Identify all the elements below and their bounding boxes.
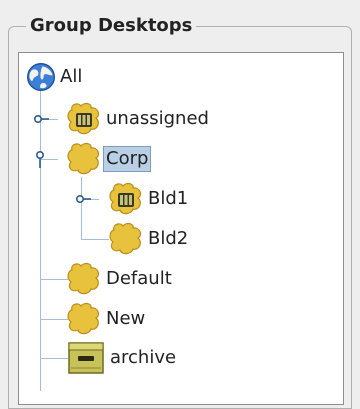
tree-node-unassigned[interactable]: unassigned: [65, 101, 212, 137]
tree-node-bld1[interactable]: Bld1: [107, 181, 191, 217]
group-icon: [67, 262, 100, 295]
group-icon: [109, 222, 142, 255]
tree-node-label: unassigned: [106, 108, 209, 129]
tree-guide-bld2: [81, 239, 109, 240]
globe-icon: [27, 63, 55, 91]
tree-node-label: All: [60, 66, 83, 87]
tree-guide-root: [40, 91, 41, 391]
tree-guide-default: [40, 279, 68, 280]
group-tree[interactable]: All unassigned Corp Bld1 Bld2 Default Ne…: [18, 52, 344, 405]
tree-node-label: Corp: [103, 146, 152, 172]
tree-guide-archive: [40, 358, 68, 359]
tree-node-archive[interactable]: archive: [65, 340, 179, 376]
tree-node-corp[interactable]: Corp: [65, 141, 152, 177]
tree-node-new[interactable]: New: [65, 301, 148, 337]
tree-node-label: Default: [106, 268, 172, 289]
tree-node-bld2[interactable]: Bld2: [107, 221, 191, 257]
tree-guide-new: [40, 319, 68, 320]
expand-handle-bld1[interactable]: [75, 193, 91, 205]
panel-title: Group Desktops: [26, 15, 197, 37]
group-with-desktops-icon: [109, 182, 142, 215]
tree-node-default[interactable]: Default: [65, 261, 175, 297]
tree-node-label: New: [106, 308, 146, 329]
collapse-handle-corp[interactable]: [31, 150, 49, 168]
group-icon: [67, 142, 100, 175]
tree-node-label: Bld1: [148, 188, 189, 209]
group-icon: [67, 302, 100, 335]
group-with-desktops-icon: [67, 102, 100, 135]
tree-node-all[interactable]: All: [25, 59, 85, 95]
tree-guide-corp-children: [81, 177, 82, 239]
tree-node-label: Bld2: [148, 228, 189, 249]
archive-icon: [68, 342, 104, 374]
tree-node-label: archive: [110, 347, 177, 368]
expand-handle-unassigned[interactable]: [33, 113, 49, 125]
